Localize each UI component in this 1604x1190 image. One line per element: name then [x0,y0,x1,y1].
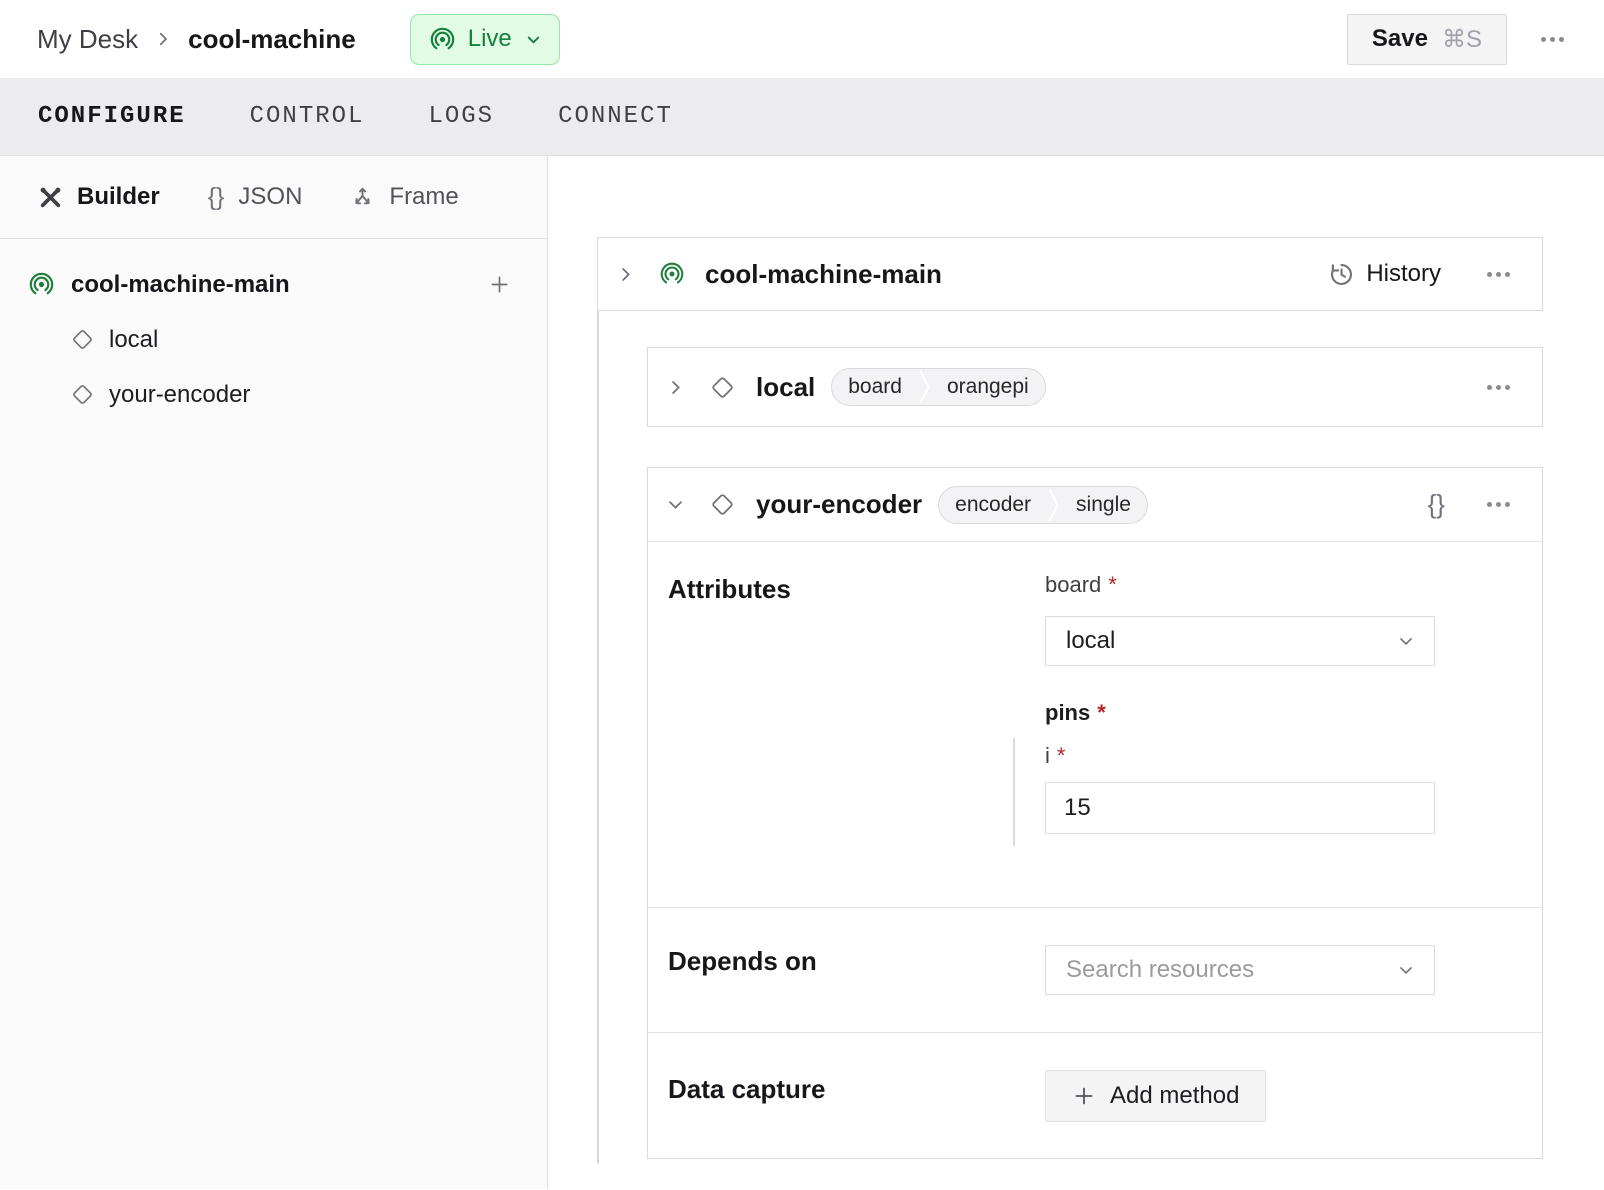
component-diamond-icon [70,382,95,407]
expand-chevron-right-icon[interactable] [616,265,635,284]
tree-item-machine-part[interactable]: cool-machine-main [0,257,547,312]
expand-chevron-right-icon[interactable] [666,378,685,397]
edit-json-braces-button[interactable]: {} [1428,489,1445,520]
machine-part-menu-button[interactable] [1481,266,1516,283]
component-diamond-icon [709,491,736,518]
add-resource-button[interactable] [488,273,511,296]
tab-json[interactable]: {} JSON [208,183,303,212]
resource-card-your-encoder: your-encoder encoder single {} Attribute… [647,467,1543,1159]
resource-model-label: single [1060,486,1147,524]
breadcrumb-parent-link[interactable]: My Desk [37,24,138,55]
chevron-down-icon [1396,631,1416,651]
tree-item-label: cool-machine-main [71,271,290,299]
tab-frame-label: Frame [389,183,458,211]
tree-item-label: local [109,326,158,354]
resource-api-label: encoder [939,486,1047,524]
data-capture-heading: Data capture [668,1074,826,1105]
nesting-guide-line [597,311,599,1163]
board-field-label: board* [1045,572,1117,598]
badge-chevron-divider [918,368,931,406]
resource-title: your-encoder [756,489,922,520]
add-method-button[interactable]: Add method [1045,1070,1266,1122]
resource-api-label: board [832,368,918,406]
history-clock-icon [1328,261,1355,288]
machine-part-title: cool-machine-main [705,259,942,290]
resource-menu-button[interactable] [1481,496,1516,513]
resource-title: local [756,372,815,403]
config-main-panel: cool-machine-main History [548,156,1604,1189]
tree-item-local[interactable]: local [0,312,547,367]
tree-item-label: your-encoder [109,381,250,409]
resource-type-badge: board orangepi [831,368,1045,406]
machine-part-card: cool-machine-main History [597,237,1543,311]
chevron-down-icon [524,30,543,49]
braces-icon: {} [208,183,225,212]
topbar-overflow-menu-button[interactable] [1535,31,1570,48]
data-capture-section: Data capture Add method [648,1032,1542,1158]
pins-group-label: pins* [1045,700,1106,726]
machine-status-dropdown[interactable]: Live [410,14,560,65]
tab-logs[interactable]: LOGS [428,103,494,130]
depends-on-placeholder: Search resources [1066,956,1254,984]
board-select-value: local [1066,627,1115,655]
tree-item-your-encoder[interactable]: your-encoder [0,367,547,422]
top-bar: My Desk cool-machine Live Save ⌘S [0,0,1604,78]
history-button[interactable]: History [1328,260,1441,288]
required-asterisk: * [1057,743,1066,768]
depends-on-select[interactable]: Search resources [1045,945,1435,995]
required-asterisk: * [1108,572,1117,597]
attributes-heading: Attributes [668,574,791,605]
resource-tree: cool-machine-main local your-encoder [0,239,547,422]
resource-type-badge: encoder single [938,486,1148,524]
badge-chevron-divider [1047,486,1060,524]
pin-i-label: i* [1045,743,1065,769]
save-button[interactable]: Save ⌘S [1347,14,1507,65]
collapse-chevron-down-icon[interactable] [666,495,685,514]
tab-builder-label: Builder [77,183,160,211]
save-shortcut-hint: ⌘S [1442,25,1482,54]
plus-icon [1072,1084,1096,1108]
component-diamond-icon [70,327,95,352]
tab-builder[interactable]: Builder [38,183,160,211]
component-diamond-icon [709,374,736,401]
main-nav-tabs: CONFIGURE CONTROL LOGS CONNECT [0,78,1604,156]
frame-icon [350,185,375,210]
tab-frame[interactable]: Frame [350,183,458,211]
resource-model-label: orangepi [931,368,1045,406]
required-asterisk: * [1097,700,1106,725]
live-status-label: Live [468,25,512,53]
breadcrumb-machine-name: cool-machine [188,24,356,55]
sidebar-view-tabs: Builder {} JSON Frame [0,156,547,239]
tab-connect[interactable]: CONNECT [558,103,673,130]
tab-control[interactable]: CONTROL [250,103,365,130]
save-button-label: Save [1372,25,1428,53]
machine-part-icon [28,271,55,298]
live-status-icon [429,26,456,53]
add-method-label: Add method [1110,1082,1239,1110]
chevron-down-icon [1396,960,1416,980]
board-select[interactable]: local [1045,616,1435,666]
history-button-label: History [1366,260,1441,288]
pins-indent-line [1013,738,1015,846]
machine-part-icon [659,261,685,287]
attributes-section: Attributes board* local pins* i* [648,541,1542,907]
depends-on-section: Depends on Search resources [648,907,1542,1032]
breadcrumb-chevron-icon [154,30,172,48]
tab-json-label: JSON [238,183,302,211]
config-sidebar: Builder {} JSON Frame [0,156,548,1189]
tools-icon [38,185,63,210]
resource-menu-button[interactable] [1481,379,1516,396]
pin-i-input[interactable] [1045,782,1435,834]
depends-on-heading: Depends on [668,946,817,977]
resource-card-local: local board orangepi [647,347,1543,427]
tab-configure[interactable]: CONFIGURE [38,103,186,130]
